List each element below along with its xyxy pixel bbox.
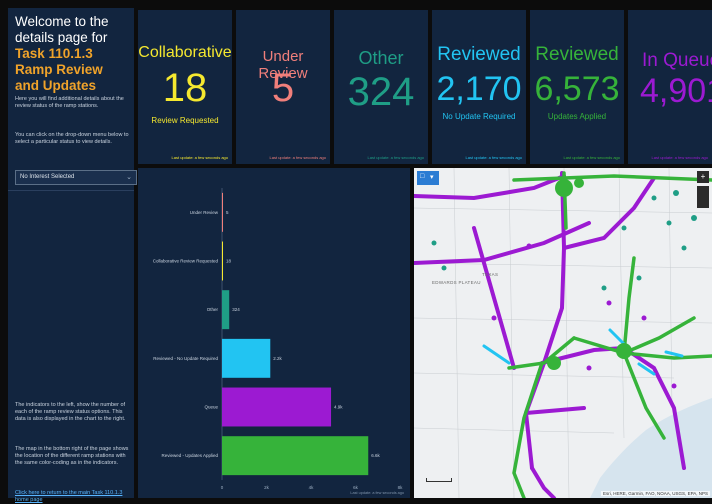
- value-label: 2.2k: [273, 356, 282, 361]
- indicator-title: In Queue: [642, 50, 712, 71]
- chevron-down-icon: ⌄: [126, 174, 132, 181]
- map-note: The map in the bottom right of the page …: [15, 446, 129, 466]
- title-task-highlight: Task 110.1.3 Ramp Review and Updates: [15, 46, 103, 93]
- indicator-title: Reviewed: [437, 44, 521, 65]
- zoom-in-button[interactable]: +: [697, 171, 709, 183]
- category-label: Under Review: [190, 210, 219, 215]
- bar: [222, 436, 369, 476]
- map-select-tool[interactable]: □ ▾: [417, 171, 439, 185]
- map-widget-button[interactable]: [697, 186, 709, 208]
- indicator-footer: Last update: a few seconds ago: [465, 155, 522, 160]
- bar: [222, 192, 223, 232]
- category-label: Reviewed - No Update Required: [153, 356, 218, 361]
- bar: [222, 338, 271, 378]
- indicator-value: 324: [347, 70, 415, 114]
- indicator-collaborative[interactable]: Collaborative 18 Review Requested Last u…: [138, 10, 232, 164]
- indicator-value: 4,901: [640, 72, 712, 110]
- indicator-other[interactable]: Other 324 Last update: a few seconds ago: [334, 10, 428, 164]
- x-tick-label: 2k: [264, 485, 270, 490]
- category-label: Other: [207, 307, 219, 312]
- status-filter-value: No Interest Selected: [20, 174, 75, 180]
- map-svg: [414, 168, 712, 498]
- indicator-subtitle: Review Requested: [151, 116, 219, 125]
- value-label: 18: [226, 259, 232, 264]
- sidebar: Welcome to the details page for Task 110…: [8, 8, 137, 503]
- indicator-footer: Last update: a few seconds ago: [367, 155, 424, 160]
- x-tick-label: 4k: [309, 485, 315, 490]
- x-tick-label: 6k: [353, 485, 359, 490]
- map-attribution: Esri, HERE, Garmin, FAO, NOAA, USGS, EPA…: [601, 491, 710, 496]
- map-view[interactable]: TEXAS EDWARDS PLATEAU □ ▾ + Esri, HERE, …: [414, 168, 712, 498]
- indicator-value: 6,573: [534, 70, 620, 108]
- indicator-reviewed-updates-applied[interactable]: Reviewed 6,573 Updates Applied Last upda…: [530, 10, 624, 164]
- indicator-footer: Last update: a few seconds ago: [651, 155, 708, 160]
- indicator-title: Collaborative: [138, 44, 232, 61]
- indicator-under-review[interactable]: Under Review 5 Last update: a few second…: [236, 10, 330, 164]
- category-label: Collaborative Review Requested: [153, 259, 219, 264]
- intro-text: Here you will find additional details ab…: [15, 96, 124, 109]
- select-icon: □: [420, 173, 425, 180]
- category-label: Reviewed - Updates Applied: [161, 453, 218, 458]
- indicator-subtitle: Updates Applied: [547, 112, 607, 121]
- value-label: 324: [232, 307, 240, 312]
- indicators-note: The indicators to the left, show the num…: [15, 402, 126, 422]
- indicator-footer: Last update: a few seconds ago: [171, 155, 228, 160]
- indicator-footer: Last update: a few seconds ago: [269, 155, 326, 160]
- indicator-value: 5: [271, 66, 295, 110]
- page-title: Welcome to the details page for Task 110…: [15, 14, 129, 94]
- chevron-down-icon: ▾: [430, 174, 434, 181]
- x-tick-label: 8k: [398, 485, 404, 490]
- instruction-text: You can click on the drop-down menu belo…: [15, 132, 129, 145]
- indicator-in-queue[interactable]: In Queue 4,901 Last update: a few second…: [628, 10, 712, 164]
- chart-footer: Last update: a few seconds ago: [350, 491, 404, 495]
- indicator-title: Other: [358, 48, 404, 68]
- status-bar-chart: 0 2k 4k 6k 8k Under Review 5 Collaborative Revi…: [138, 168, 410, 498]
- value-label: 5: [226, 210, 229, 215]
- bar-chart-svg: 0 2k 4k 6k 8k Under Review 5 Collaborative Revi…: [153, 188, 404, 495]
- indicator-value: 18: [162, 66, 208, 110]
- value-label: 6.6k: [371, 453, 380, 458]
- bar: [222, 387, 332, 427]
- divider: [8, 190, 134, 191]
- category-label: Queue: [204, 405, 218, 410]
- value-label: 4.9k: [334, 405, 343, 410]
- indicator-value: 2,170: [436, 70, 522, 108]
- title-text: Welcome to the details page for: [15, 14, 109, 45]
- map-label-texas: TEXAS: [482, 272, 499, 277]
- map-label-edwards-plateau: EDWARDS PLATEAU: [432, 280, 481, 285]
- indicator-title: Reviewed: [535, 44, 619, 65]
- status-filter-select[interactable]: No Interest Selected ⌄: [15, 170, 137, 185]
- indicator-reviewed-no-update[interactable]: Reviewed 2,170 No Update Required Last u…: [432, 10, 526, 164]
- bar: [222, 290, 230, 330]
- x-tick-label: 0: [221, 485, 224, 490]
- bar: [222, 241, 223, 281]
- indicator-footer: Last update: a few seconds ago: [563, 155, 620, 160]
- scale-bar: [426, 478, 452, 482]
- indicator-subtitle: No Update Required: [442, 112, 516, 121]
